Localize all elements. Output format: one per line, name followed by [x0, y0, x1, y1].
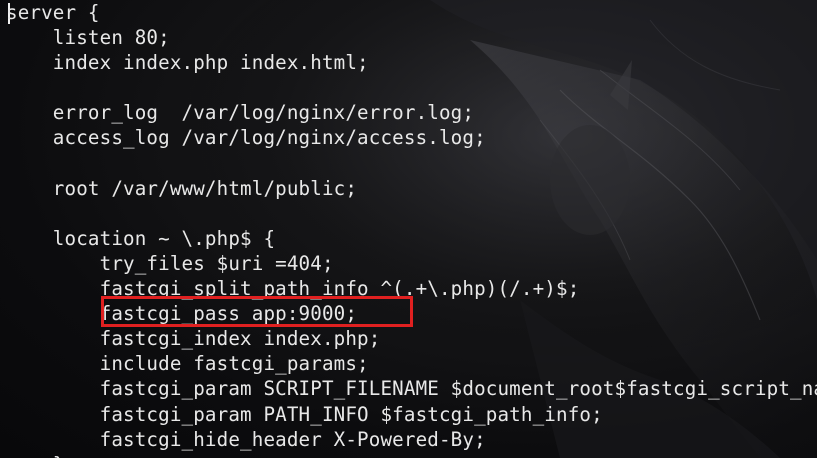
code-line: fastcgi_param SCRIPT_FILENAME $document_… [6, 377, 817, 401]
code-line: location ~ \.php$ { [6, 226, 276, 250]
code-line: fastcgi_hide_header X-Powered-By; [6, 427, 486, 451]
code-line: fastcgi_param PATH_INFO $fastcgi_path_in… [6, 402, 603, 426]
code-line: try_files $uri =404; [6, 251, 334, 275]
code-line: include fastcgi_params; [6, 352, 369, 376]
code-line: error_log /var/log/nginx/error.log; [6, 101, 475, 125]
code-line: root /var/www/html/public; [6, 176, 358, 200]
code-line: index index.php index.html; [6, 51, 369, 75]
nginx-config-code[interactable]: server { listen 80; index index.php inde… [6, 0, 817, 458]
code-line: listen 80; [6, 26, 170, 50]
code-line: access_log /var/log/nginx/access.log; [6, 126, 486, 150]
terminal-window[interactable]: server { listen 80; index index.php inde… [0, 0, 817, 458]
code-line-highlighted: fastcgi_pass app:9000; [6, 302, 358, 326]
code-line: fastcgi_split_path_info ^(.+\.php)(/.+)$… [6, 277, 580, 301]
code-line: server { [6, 1, 100, 24]
code-line: } [6, 452, 817, 458]
code-line: fastcgi_index index.php; [6, 327, 381, 351]
